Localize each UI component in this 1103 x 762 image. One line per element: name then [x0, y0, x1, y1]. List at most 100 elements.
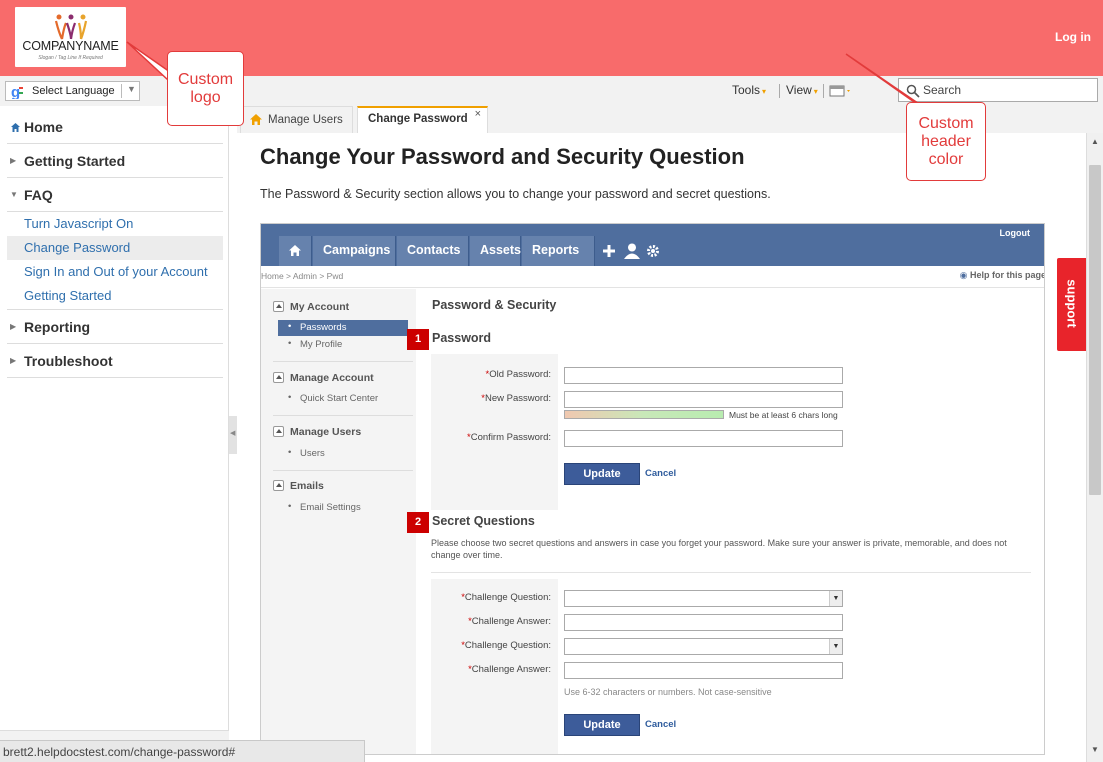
- callout-custom-logo: Custom logo: [167, 51, 244, 126]
- chevron-down-icon: ▼: [829, 639, 842, 654]
- shot-password-strength-bar: [564, 410, 724, 419]
- sidebar-item-reporting[interactable]: ▶ Reporting: [7, 310, 223, 344]
- sidebar-item-change-password[interactable]: Change Password: [7, 236, 223, 260]
- shot-secret-heading: Secret Questions: [432, 514, 535, 528]
- shot-tab-home: [279, 236, 312, 266]
- language-label: Select Language: [32, 85, 115, 97]
- search-box: [898, 78, 1098, 102]
- sidebar-item-label: Change Password: [24, 240, 131, 255]
- callout-custom-header-color: Custom header color: [906, 102, 986, 181]
- shot-item-users: • Users: [288, 447, 325, 459]
- shot-tab-label: Contacts: [407, 243, 461, 257]
- chevron-right-icon: ▶: [10, 322, 17, 331]
- shot-help-link: ◉ Help for this page: [959, 270, 1044, 281]
- scroll-thumb[interactable]: [1089, 165, 1101, 495]
- shot-password-heading: Password: [432, 331, 492, 345]
- sidebar-item-label: Turn Javascript On: [24, 216, 134, 231]
- shot-challenge-answer-2-field: [564, 662, 843, 679]
- sidebar-item-label: Getting Started: [24, 288, 112, 303]
- sidebar-item-troubleshoot[interactable]: ▶ Troubleshoot: [7, 344, 223, 378]
- home-icon: [11, 123, 20, 132]
- tab-label: Change Password: [368, 113, 468, 125]
- shot-main-panel: Password & Security 1 Password *Old Pass…: [407, 289, 1031, 754]
- shot-section-manage-users: Manage Users: [273, 426, 361, 438]
- search-input[interactable]: [923, 82, 1093, 98]
- language-selector[interactable]: g Select Language ▼: [5, 81, 140, 101]
- sidebar-item-faq-getting-started[interactable]: Getting Started: [7, 284, 223, 310]
- shot-tab-label: Assets: [480, 243, 521, 257]
- sidebar-item-turn-javascript-on[interactable]: Turn Javascript On: [7, 212, 223, 236]
- login-link[interactable]: Log in: [1055, 30, 1091, 44]
- shot-section-title: My Account: [290, 301, 350, 313]
- collapse-icon: [273, 372, 284, 383]
- shot-cancel-link: Cancel: [645, 468, 677, 479]
- shot-breadcrumb-bar: Home > Admin > Pwd ◉ Help for this page: [261, 266, 1044, 288]
- sidebar-item-faq[interactable]: ▼ FAQ: [7, 178, 223, 212]
- scroll-up-icon[interactable]: ▲: [1091, 137, 1099, 146]
- embedded-screenshot: Logout Campaigns Contacts Assets Reports…: [260, 223, 1045, 755]
- chevron-right-icon: ▶: [10, 356, 17, 365]
- company-logo[interactable]: COMPANYNAME Slogan / Tag Line If Require…: [15, 7, 126, 67]
- shot-item-passwords: • Passwords: [278, 320, 408, 336]
- support-label: support: [1064, 279, 1080, 328]
- sidebar-item-label: Reporting: [24, 319, 91, 335]
- sidebar-item-label: Sign In and Out of your Account: [24, 264, 208, 279]
- shot-breadcrumb: Home > Admin > Pwd: [261, 271, 344, 281]
- search-icon: [906, 84, 920, 98]
- shot-section-title: Emails: [290, 480, 324, 492]
- shot-password-hint: Must be at least 6 chars long: [729, 410, 838, 420]
- sidebar: Home ▶ Getting Started ▼ FAQ Turn Javasc…: [0, 106, 229, 762]
- view-menu[interactable]: View ▾: [786, 83, 818, 97]
- divider: [273, 415, 413, 416]
- view-label: View: [786, 83, 812, 97]
- toolbar-divider: [823, 84, 824, 98]
- shot-tab-contacts: Contacts: [397, 236, 469, 266]
- help-icon: ◉: [959, 270, 970, 280]
- google-icon: g: [9, 84, 25, 99]
- tab-manage-users[interactable]: Manage Users: [240, 106, 353, 133]
- shot-tab-label: Campaigns: [323, 243, 391, 257]
- sidebar-collapse-handle[interactable]: ◀: [229, 416, 237, 454]
- shot-item-label: Quick Start Center: [300, 393, 379, 404]
- shot-tab-reports: Reports: [522, 236, 595, 266]
- home-icon: [289, 245, 301, 256]
- sidebar-item-sign-in-out[interactable]: Sign In and Out of your Account: [7, 260, 223, 284]
- sidebar-item-getting-started[interactable]: ▶ Getting Started: [7, 144, 223, 178]
- shot-section-manage-account: Manage Account: [273, 372, 374, 384]
- toolbar-divider: [779, 84, 780, 98]
- support-tab[interactable]: support: [1057, 258, 1086, 351]
- shot-confirm-password-label: *Confirm Password:: [467, 432, 551, 443]
- close-icon[interactable]: ×: [475, 108, 481, 120]
- status-url: brett2.helpdocstest.com/change-password#: [3, 745, 236, 759]
- shot-old-password-label: *Old Password:: [485, 369, 551, 380]
- chevron-down-icon: ▼: [127, 84, 136, 94]
- language-divider: [121, 84, 122, 98]
- calendar-menu-icon[interactable]: [829, 84, 853, 98]
- tools-menu[interactable]: Tools ▾: [732, 83, 766, 97]
- logo-tagline: Slogan / Tag Line If Required: [38, 55, 103, 61]
- scroll-down-icon[interactable]: ▼: [1091, 745, 1099, 754]
- shot-item-quick-start: • Quick Start Center: [288, 392, 379, 404]
- shot-cancel-link: Cancel: [645, 719, 677, 730]
- shot-tab-assets: Assets: [470, 236, 521, 266]
- article-intro: The Password & Security section allows y…: [260, 187, 771, 201]
- tab-change-password[interactable]: Change Password ×: [357, 106, 488, 133]
- shot-tab-campaigns: Campaigns: [313, 236, 396, 266]
- shot-challenge-question-2-select: ▼: [564, 638, 843, 655]
- shot-tab-label: Reports: [532, 243, 580, 257]
- logo-name: COMPANYNAME: [22, 39, 119, 53]
- shot-action-icons: [603, 243, 659, 259]
- shot-section-title: Manage Users: [290, 426, 362, 438]
- content-scrollbar[interactable]: ▲ ▼: [1086, 133, 1103, 762]
- shot-navbar: Logout Campaigns Contacts Assets Reports: [261, 224, 1044, 266]
- shot-item-label: My Profile: [300, 339, 343, 350]
- divider: [431, 572, 1031, 573]
- shot-item-my-profile: • My Profile: [288, 338, 343, 350]
- divider: [273, 361, 413, 362]
- collapse-icon: [273, 426, 284, 437]
- shot-update-button: Update: [564, 714, 640, 736]
- shot-answer-hint: Use 6-32 characters or numbers. Not case…: [564, 687, 772, 697]
- shot-challenge-answer-2-label: *Challenge Answer:: [468, 664, 551, 675]
- shot-challenge-question-1-select: ▼: [564, 590, 843, 607]
- step-badge-2: 2: [407, 512, 429, 533]
